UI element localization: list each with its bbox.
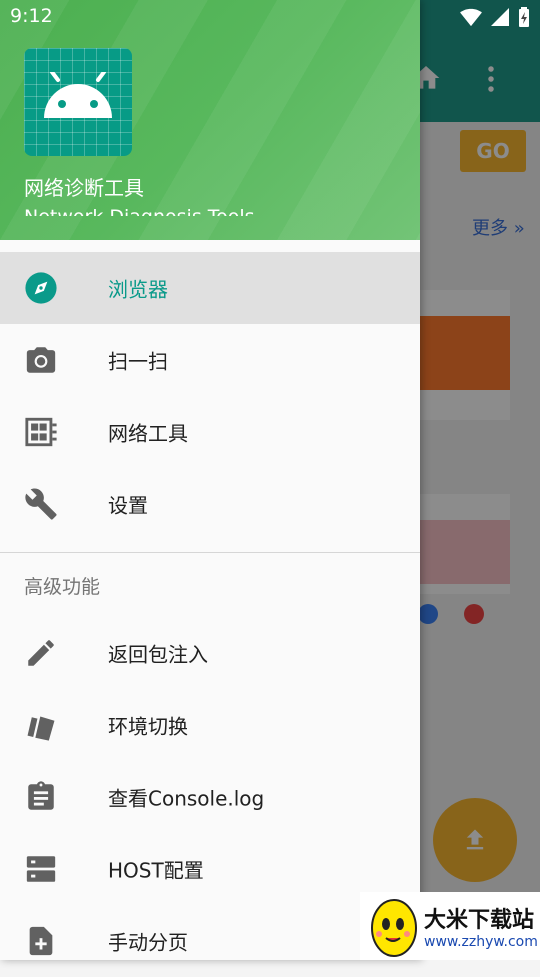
menu-item-network-tools[interactable]: 网络工具 <box>0 396 420 468</box>
menu-item-label: 设置 <box>108 493 148 518</box>
menu-item-host-config[interactable]: HOST配置 <box>0 833 420 905</box>
menu-item-label: 环境切换 <box>108 714 188 739</box>
app-name: 网络诊断工具 <box>24 176 144 200</box>
camera-icon <box>26 347 56 373</box>
watermark-url: www.zzhyw.com <box>424 934 538 950</box>
add-page-icon <box>29 926 53 956</box>
status-time: 9:12 <box>10 5 53 27</box>
menu-item-label: 扫一扫 <box>108 349 168 374</box>
drawer-header: 网络诊断工具 Network Diagnosis Tools <box>0 0 420 240</box>
watermark: 大米下载站 www.zzhyw.com <box>360 892 540 960</box>
compass-icon <box>25 272 57 304</box>
network-tools-icon <box>25 417 57 447</box>
menu-item-label: 查看Console.log <box>108 786 265 811</box>
cards-icon <box>27 716 55 741</box>
menu-item-label: 网络工具 <box>108 421 188 446</box>
menu-item-label: 手动分页 <box>108 930 188 955</box>
pencil-icon <box>28 640 54 666</box>
section-title: 高级功能 <box>24 575 101 598</box>
wifi-icon <box>460 8 482 27</box>
app-subtitle: Network Diagnosis Tools <box>24 202 255 216</box>
menu-item-browser[interactable]: 浏览器 <box>0 252 420 324</box>
menu-item-response-injection[interactable]: 返回包注入 <box>0 617 420 689</box>
menu-item-scan[interactable]: 扫一扫 <box>0 324 420 396</box>
drawer-menu: 浏览器 扫一扫 网络工具 设置 高级功能 返回包注入 环境切换 查看Consol… <box>0 252 420 977</box>
menu-item-env-switch[interactable]: 环境切换 <box>0 689 420 761</box>
android-icon <box>44 72 112 118</box>
menu-item-manual-paging[interactable]: 手动分页 <box>0 905 420 977</box>
watermark-title: 大米下载站 <box>424 908 535 933</box>
wrench-icon <box>25 488 57 520</box>
navigation-drawer: 网络诊断工具 Network Diagnosis Tools 浏览器 扫一扫 网… <box>0 0 420 960</box>
mascot-logo <box>371 899 417 957</box>
battery-icon <box>519 7 529 27</box>
menu-item-console-log[interactable]: 查看Console.log <box>0 761 420 833</box>
signal-icon <box>491 8 509 26</box>
menu-item-label: HOST配置 <box>108 858 204 883</box>
status-bar: 9:12 <box>0 0 540 36</box>
server-icon <box>26 856 56 882</box>
menu-item-label: 浏览器 <box>108 277 168 302</box>
menu-item-settings[interactable]: 设置 <box>0 468 420 540</box>
clipboard-icon <box>28 781 54 810</box>
app-logo <box>24 48 132 156</box>
menu-item-label: 返回包注入 <box>108 642 208 667</box>
